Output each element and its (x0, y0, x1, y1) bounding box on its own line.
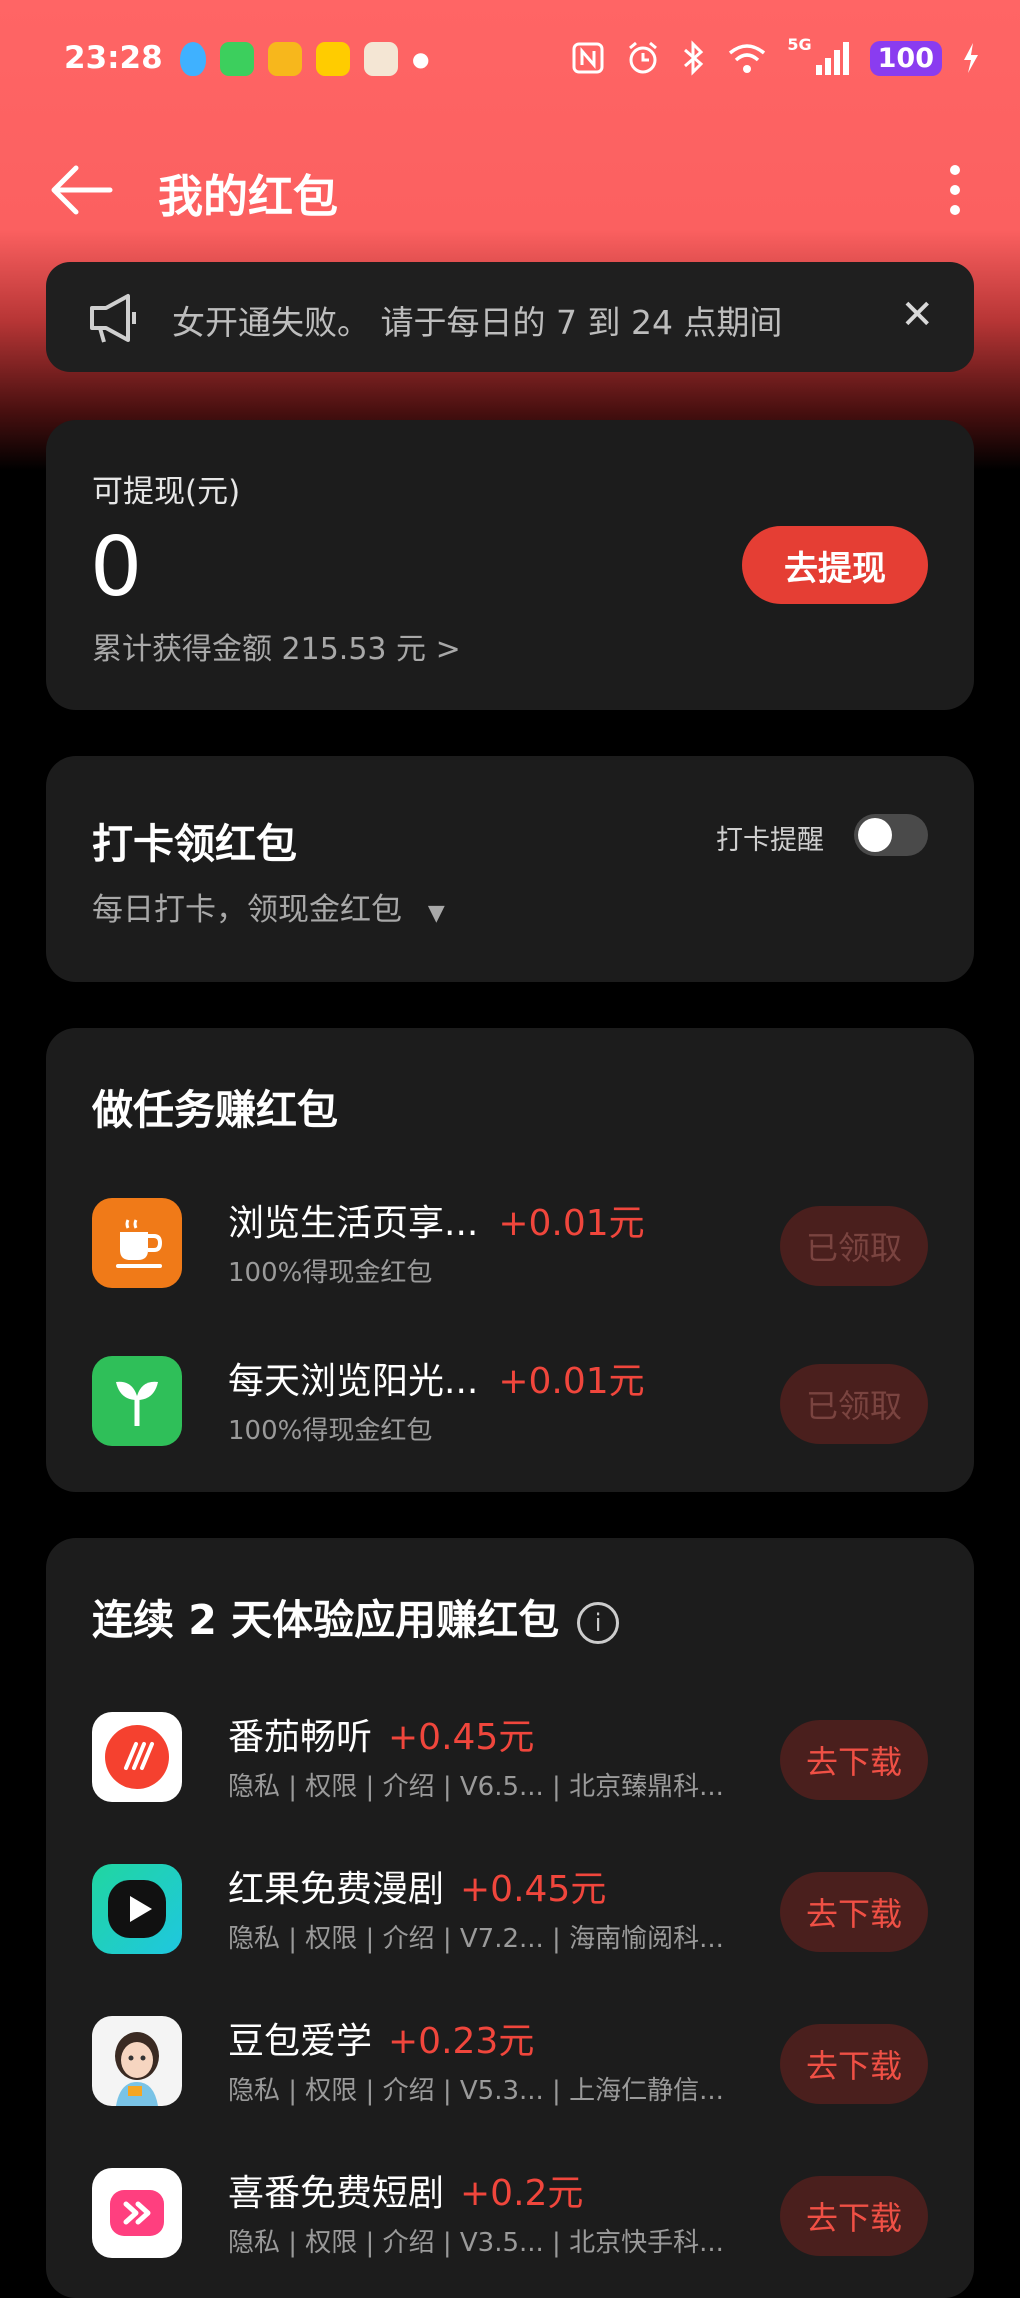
withdraw-button[interactable]: 去提现 (742, 526, 928, 604)
task-card: 做任务赚红包 浏览生活页享... +0.01元 100%得现金红包 已领取 每天浏… (46, 1028, 974, 1492)
checkin-title: 打卡领红包 (92, 820, 297, 868)
app-section-title: 连续 2 天体验应用赚红包 i (92, 1586, 620, 1646)
face-app-icon (268, 42, 302, 76)
app-reward: +0.45元 (460, 1869, 607, 1910)
notification-icons: ● (180, 42, 429, 76)
app-reward: +0.2元 (460, 2173, 584, 2214)
checkin-subtitle: 每日打卡，领现金红包 (92, 892, 402, 928)
app-meta-links[interactable]: 隐私 | 权限 | 介绍 | V5.3... | 上海仁静信... (228, 2070, 724, 2107)
app-row: 豆包爱学 +0.23元 隐私 | 权限 | 介绍 | V5.3... | 上海仁静… (46, 2004, 974, 2114)
task-title-text: 浏览生活页享... (228, 1203, 479, 1244)
app-title: 喜番免费短剧 +0.2元 (228, 2164, 583, 2216)
app-title: 豆包爱学 +0.23元 (228, 2012, 534, 2064)
app-meta-links[interactable]: 隐私 | 权限 | 介绍 | V6.5... | 北京臻鼎科... (228, 1766, 724, 1803)
task-row: 浏览生活页享... +0.01元 100%得现金红包 已领取 (46, 1186, 974, 1296)
signal-icon (815, 42, 849, 75)
withdraw-card: 可提现(元) 0 累计获得金额 215.53 元 > 去提现 (46, 420, 974, 710)
checkin-card: 打卡领红包 每日打卡，领现金红包 ▼ 打卡提醒 (46, 756, 974, 982)
withdraw-amount: 0 (90, 520, 143, 615)
page-title: 我的红包 (158, 170, 339, 223)
app-title: 番茄畅听 +0.45元 (228, 1708, 534, 1760)
mail-icon (316, 42, 350, 76)
app-section-title-text: 连续 2 天体验应用赚红包 (92, 1596, 560, 1644)
task-title-text: 每天浏览阳光... (228, 1361, 479, 1402)
hongguo-app-icon (92, 1864, 182, 1954)
claimed-button[interactable]: 已领取 (780, 1206, 928, 1286)
fanqie-app-icon (92, 1712, 182, 1802)
dog-app-icon (364, 42, 398, 76)
task-row: 每天浏览阳光... +0.01元 100%得现金红包 已领取 (46, 1344, 974, 1454)
battery-indicator: 100 (869, 40, 942, 76)
megaphone-icon (90, 294, 136, 343)
chevron-down-icon: ▼ (427, 901, 445, 926)
sprout-icon (92, 1356, 182, 1446)
app-title-text: 红果免费漫剧 (228, 1869, 445, 1910)
app-experience-card: 连续 2 天体验应用赚红包 i 番茄畅听 +0.45元 隐私 | 权限 | 介绍 |… (46, 1538, 974, 2298)
withdraw-label: 可提现(元) (92, 474, 241, 510)
coffee-cup-icon (92, 1198, 182, 1288)
more-menu-icon[interactable] (940, 160, 970, 220)
total-earned-text: 累计获得金额 215.53 元 (92, 632, 427, 667)
charging-icon (964, 43, 978, 73)
task-subtitle: 100%得现金红包 (228, 1258, 433, 1288)
app-row: 喜番免费短剧 +0.2元 隐私 | 权限 | 介绍 | V3.5... | 北京快… (46, 2156, 974, 2266)
download-button[interactable]: 去下载 (780, 1720, 928, 1800)
back-arrow-icon[interactable] (46, 160, 116, 220)
status-time: 23:28 (64, 40, 163, 76)
app-title-text: 番茄畅听 (228, 1717, 373, 1758)
checkin-reminder-label: 打卡提醒 (716, 825, 824, 856)
app-header: 我的红包 (0, 140, 1020, 240)
app-title-text: 豆包爱学 (228, 2021, 373, 2062)
claimed-button[interactable]: 已领取 (780, 1364, 928, 1444)
more-dot-icon: ● (412, 47, 430, 71)
app-meta-links[interactable]: 隐私 | 权限 | 介绍 | V3.5... | 北京快手科... (228, 2222, 724, 2259)
close-icon[interactable]: ✕ (900, 292, 934, 338)
notice-banner: 女开通失败。 请于每日的 7 到 24 点期间 ✕ (46, 262, 974, 372)
battery-app-icon (220, 42, 254, 76)
app-reward: +0.23元 (388, 2021, 535, 2062)
app-row: 番茄畅听 +0.45元 隐私 | 权限 | 介绍 | V6.5... | 北京臻鼎… (46, 1700, 974, 1810)
task-reward: +0.01元 (498, 1203, 645, 1244)
app-title: 红果免费漫剧 +0.45元 (228, 1860, 606, 1912)
wifi-icon (729, 44, 766, 73)
checkin-reminder-toggle[interactable] (854, 814, 928, 856)
info-icon[interactable]: i (577, 1602, 620, 1644)
task-section-title: 做任务赚红包 (92, 1086, 338, 1134)
network-type: 5G (787, 34, 812, 54)
task-title: 每天浏览阳光... +0.01元 (228, 1352, 645, 1404)
total-earned-link[interactable]: 累计获得金额 215.53 元 > (92, 624, 461, 668)
chevron-right-icon: > (435, 632, 461, 667)
app-meta-links[interactable]: 隐私 | 权限 | 介绍 | V7.2... | 海南愉阅科... (228, 1918, 724, 1955)
app-title-text: 喜番免费短剧 (228, 2173, 445, 2214)
notice-text: 女开通失败。 请于每日的 7 到 24 点期间 (172, 303, 783, 342)
status-bar: 23:28 ● 5G 100 (0, 0, 1020, 120)
doubao-app-icon (92, 2016, 182, 2106)
drop-icon (180, 42, 206, 76)
toggle-knob (858, 818, 892, 852)
checkin-subtitle-dropdown[interactable]: 每日打卡，领现金红包 ▼ (92, 884, 445, 929)
nfc-icon (572, 42, 604, 74)
download-button[interactable]: 去下载 (780, 2024, 928, 2104)
download-button[interactable]: 去下载 (780, 2176, 928, 2256)
bluetooth-icon (684, 40, 704, 76)
download-button[interactable]: 去下载 (780, 1872, 928, 1952)
app-row: 红果免费漫剧 +0.45元 隐私 | 权限 | 介绍 | V7.2... | 海南… (46, 1852, 974, 1962)
xifan-app-icon (92, 2168, 182, 2258)
task-title: 浏览生活页享... +0.01元 (228, 1194, 645, 1246)
status-right: 5G 100 (571, 35, 980, 76)
alarm-icon (629, 41, 658, 74)
app-reward: +0.45元 (388, 1717, 535, 1758)
task-reward: +0.01元 (498, 1361, 645, 1402)
task-subtitle: 100%得现金红包 (228, 1416, 433, 1446)
